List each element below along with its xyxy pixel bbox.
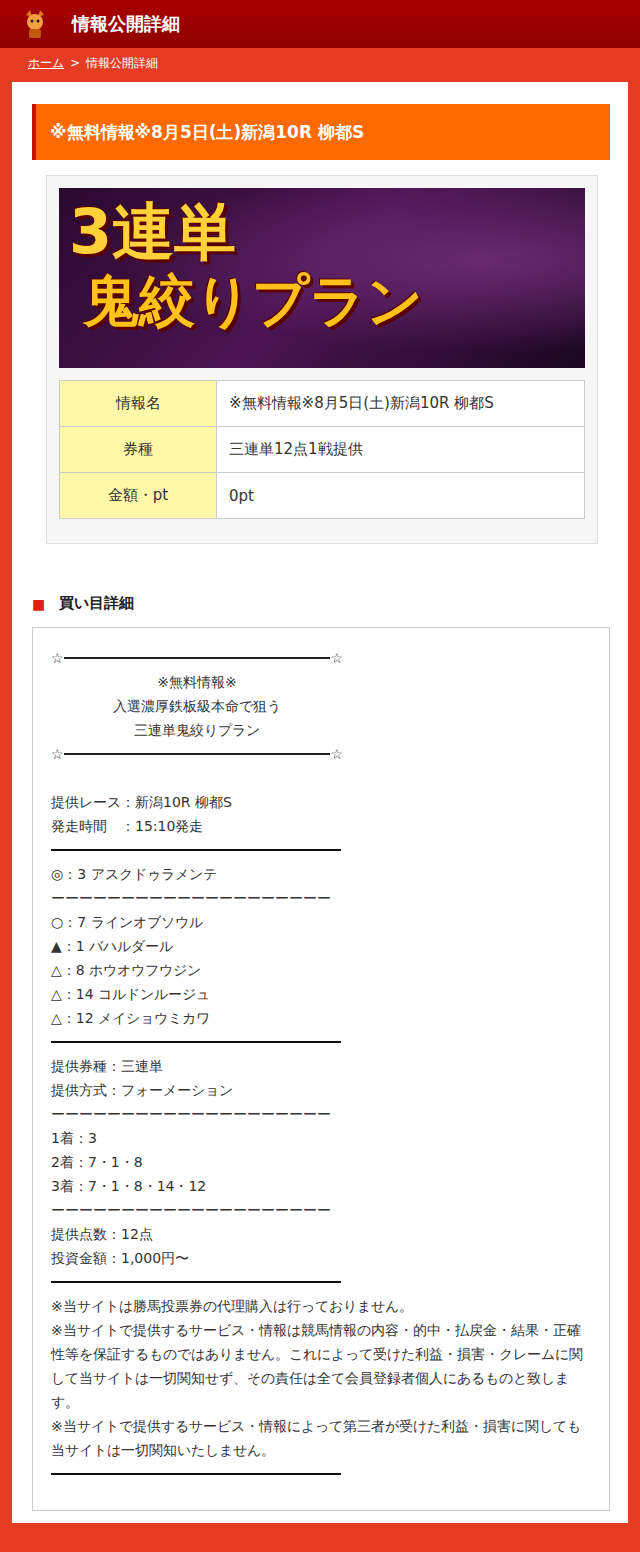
star-icon: ☆ xyxy=(51,646,64,670)
section-heading: ■ 買い目詳細 xyxy=(32,594,610,613)
detail-line: 3着：7・1・8・14・12 xyxy=(51,1174,591,1198)
detail-line: ーーーーーーーーーーーーーーーーーーーー xyxy=(51,1198,591,1222)
info-table: 情報名※無料情報※8月5日(土)新潟10R 柳都S券種三連単12点1戦提供金額・… xyxy=(59,380,585,519)
info-row: 券種三連単12点1戦提供 xyxy=(60,427,585,473)
detail-line: △：8 ホウオウフウジン xyxy=(51,958,591,982)
detail-line: ※当サイトは勝馬投票券の代理購入は行っておりません。 xyxy=(51,1294,591,1318)
banner: 3連単鬼絞りプラン xyxy=(59,188,585,368)
detail-line: 投資金額：1,000円〜 xyxy=(51,1246,591,1270)
info-value: 三連単12点1戦提供 xyxy=(217,427,585,473)
header-title: 情報公開詳細 xyxy=(72,12,180,36)
star-icon: ☆ xyxy=(330,646,343,670)
info-row: 金額・pt0pt xyxy=(60,473,585,519)
detail-line: 2着：7・1・8 xyxy=(51,1150,591,1174)
rule-line xyxy=(51,1473,341,1475)
rule-line xyxy=(64,657,331,659)
title-bar: ※無料情報※8月5日(土)新潟10R 柳都S xyxy=(32,104,610,160)
star-rule: ☆☆ xyxy=(51,646,343,670)
center-line: 三連単鬼絞りプラン xyxy=(51,718,343,742)
rule xyxy=(51,1270,591,1294)
info-row: 情報名※無料情報※8月5日(土)新潟10R 柳都S xyxy=(60,381,585,427)
detail-line: ○：7 ラインオブソウル xyxy=(51,910,591,934)
info-value: ※無料情報※8月5日(土)新潟10R 柳都S xyxy=(217,381,585,427)
info-label: 金額・pt xyxy=(60,473,217,519)
detail-line: 提供レース：新潟10R 柳都S xyxy=(51,790,591,814)
detail-line: 提供点数：12点 xyxy=(51,1222,591,1246)
banner-title: 3連単 xyxy=(69,196,585,267)
detail-line: 発走時間 ：15:10発走 xyxy=(51,814,591,838)
center-line: ※無料情報※ xyxy=(51,670,343,694)
detail-line: ーーーーーーーーーーーーーーーーーーーー xyxy=(51,886,591,910)
rule xyxy=(51,1462,591,1486)
star-icon: ☆ xyxy=(51,742,64,766)
square-icon: ■ xyxy=(32,596,45,612)
page: 情報公開詳細ホーム>情報公開詳細※無料情報※8月5日(土)新潟10R 柳都S3連… xyxy=(0,0,640,1552)
detail-line: 提供券種：三連単 xyxy=(51,1054,591,1078)
breadcrumb-home-link[interactable]: ホーム xyxy=(28,55,64,72)
header: 情報公開詳細 xyxy=(0,0,640,48)
info-value: 0pt xyxy=(217,473,585,519)
rule-line xyxy=(51,1281,341,1283)
detail-line: ※当サイトで提供するサービス・情報は競馬情報の内容・的中・払戻金・結果・正確性等… xyxy=(51,1318,591,1414)
breadcrumb: ホーム > 情報公開詳細 xyxy=(0,48,640,78)
detail-line: △：12 メイショウミカワ xyxy=(51,1006,591,1030)
detail-line: △：14 コルドンルージュ xyxy=(51,982,591,1006)
info-label: 券種 xyxy=(60,427,217,473)
rule-line xyxy=(51,849,341,851)
star-icon: ☆ xyxy=(330,742,343,766)
detail-line: ※当サイトで提供するサービス・情報によって第三者が受けた利益・損害に関しても当サ… xyxy=(51,1414,591,1462)
rule xyxy=(51,838,591,862)
star-rule: ☆☆ xyxy=(51,742,343,766)
mascot-icon xyxy=(20,9,50,39)
rule xyxy=(51,1030,591,1054)
breadcrumb-separator: > xyxy=(70,56,80,70)
detail-line: ーーーーーーーーーーーーーーーーーーーー xyxy=(51,1102,591,1126)
rule-line xyxy=(64,753,331,755)
content-panel: ※無料情報※8月5日(土)新潟10R 柳都S3連単鬼絞りプラン情報名※無料情報※… xyxy=(12,82,628,1523)
banner-subtitle: 鬼絞りプラン xyxy=(69,267,585,334)
detail-line: ◎：3 アスクドゥラメンテ xyxy=(51,862,591,886)
detail-line: 提供方式：フォーメーション xyxy=(51,1078,591,1102)
breadcrumb-current: 情報公開詳細 xyxy=(86,55,158,72)
detail-line: ▲：1 バハルダール xyxy=(51,934,591,958)
center-line: 入選濃厚鉄板級本命で狙う xyxy=(51,694,343,718)
info-label: 情報名 xyxy=(60,381,217,427)
info-box: 3連単鬼絞りプラン情報名※無料情報※8月5日(土)新潟10R 柳都S券種三連単1… xyxy=(46,175,598,544)
rule-line xyxy=(51,1041,341,1043)
detail-box: ☆☆※無料情報※入選濃厚鉄板級本命で狙う三連単鬼絞りプラン☆☆提供レース：新潟1… xyxy=(32,627,610,1511)
detail-line: 1着：3 xyxy=(51,1126,591,1150)
section-title: 買い目詳細 xyxy=(59,594,134,613)
